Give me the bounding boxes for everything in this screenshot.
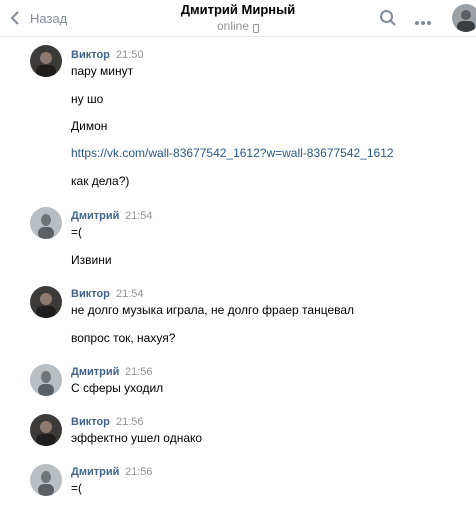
avatar[interactable]: [30, 364, 62, 396]
search-icon[interactable]: [379, 9, 397, 27]
message-author[interactable]: Дмитрий: [71, 210, 119, 223]
status-text: online: [216, 19, 250, 33]
message-time: 21:54: [125, 210, 153, 222]
more-icon[interactable]: [414, 13, 432, 25]
avatar[interactable]: [30, 414, 62, 446]
message-author[interactable]: Виктор: [71, 49, 110, 62]
message-link[interactable]: https://vk.com/wall-83677542_1612?w=wall…: [71, 146, 394, 161]
chat-title[interactable]: Дмитрий Мирный: [0, 3, 476, 17]
message-time: 21:54: [116, 288, 144, 300]
online-status: online: [216, 19, 260, 34]
avatar[interactable]: [30, 464, 62, 496]
message-text: Извини: [71, 253, 112, 267]
message-text: С сферы уходил: [71, 381, 164, 395]
chat-title-block: Дмитрий Мирный online: [0, 3, 476, 35]
avatar[interactable]: [30, 45, 62, 77]
message-author[interactable]: Виктор: [71, 416, 110, 429]
phone-icon: [253, 22, 260, 33]
message-time: 21:56: [125, 366, 153, 378]
message-time: 21:50: [116, 49, 144, 61]
message-text: как дела?): [71, 174, 130, 188]
message-text: не долго музыка играла, не долго фраер т…: [71, 303, 355, 317]
message-time: 21:56: [125, 466, 153, 478]
message-author[interactable]: Виктор: [71, 288, 110, 301]
message-author[interactable]: Дмитрий: [71, 466, 119, 479]
message-text: =(: [71, 481, 83, 495]
message-author[interactable]: Дмитрий: [71, 366, 119, 379]
chat-header: Назад Дмитрий Мирный online: [0, 0, 476, 37]
avatar[interactable]: [452, 4, 476, 32]
message-text: вопрос ток, нахуя?: [71, 331, 176, 345]
avatar[interactable]: [30, 207, 62, 239]
message-time: 21:56: [116, 416, 144, 428]
message-text: =(: [71, 225, 83, 239]
message-text: эффектно ушел однако: [71, 431, 203, 445]
message-text: пару минут: [71, 64, 134, 78]
message-text: Димон: [71, 119, 108, 133]
message-text: ну шо: [71, 92, 104, 106]
avatar[interactable]: [30, 286, 62, 318]
